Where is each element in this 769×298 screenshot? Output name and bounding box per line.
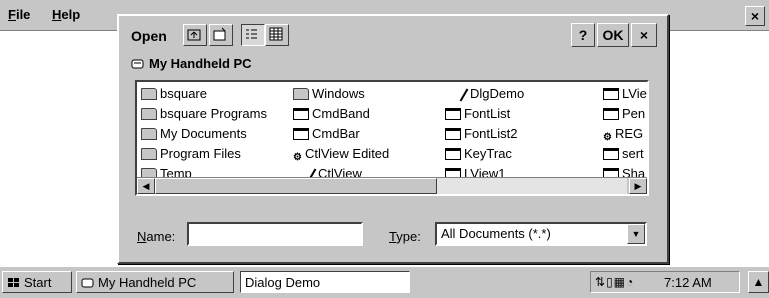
- app-icon: [445, 128, 461, 140]
- system-tray: ⇅▯▦◔ 7:12 AM: [590, 271, 740, 293]
- scroll-thumb[interactable]: [155, 178, 437, 194]
- file-item[interactable]: Program Files: [141, 146, 241, 162]
- open-dialog: Open ? OK × My Handheld PC bsquare bsqua…: [117, 14, 669, 264]
- folder-icon: [141, 128, 157, 140]
- document-icon: [457, 88, 467, 100]
- up-folder-icon: [187, 29, 201, 41]
- folder-icon: [141, 108, 157, 120]
- file-item[interactable]: My Documents: [141, 126, 247, 142]
- name-input[interactable]: [187, 222, 363, 246]
- calendar-icon[interactable]: ▦: [614, 275, 626, 289]
- scroll-left-arrow-icon[interactable]: ◀: [137, 178, 155, 194]
- app-icon: [445, 148, 461, 160]
- list-view-button[interactable]: [241, 24, 265, 46]
- new-folder-button[interactable]: [209, 24, 233, 46]
- new-folder-icon: [213, 27, 226, 41]
- taskbar: Start My Handheld PC Dialog Demo ⇅▯▦◔ 7:…: [0, 266, 769, 298]
- folder-icon: [293, 88, 309, 100]
- file-item[interactable]: CmdBar: [293, 126, 360, 142]
- close-icon: ×: [750, 8, 760, 24]
- file-item[interactable]: CmdBand: [293, 106, 370, 122]
- show-desktop-button[interactable]: ▲: [748, 271, 769, 293]
- file-item[interactable]: bsquare: [141, 86, 207, 102]
- app-icon: [603, 148, 619, 160]
- menu-file[interactable]: File: [8, 7, 30, 22]
- app-icon: [293, 128, 309, 140]
- dialog-close-button[interactable]: ×: [631, 23, 657, 47]
- app-icon: [603, 88, 619, 100]
- ok-button[interactable]: OK: [597, 23, 629, 47]
- app-icon: [603, 108, 619, 120]
- file-item[interactable]: DlgDemo: [457, 86, 524, 102]
- file-item[interactable]: bsquare Programs: [141, 106, 267, 122]
- task-my-handheld-pc[interactable]: My Handheld PC: [76, 271, 234, 293]
- up-one-level-button[interactable]: [183, 24, 207, 46]
- name-label: Name:: [137, 229, 176, 244]
- folder-icon: [141, 148, 157, 160]
- tray-icons: ⇅▯▦◔: [595, 275, 634, 289]
- help-icon: ?: [578, 27, 588, 43]
- file-item[interactable]: ⚙ CtlView Edited: [293, 146, 389, 163]
- list-view-icon: [246, 29, 257, 39]
- file-list[interactable]: bsquare bsquare Programs My Documents Pr…: [135, 80, 649, 196]
- clock[interactable]: 7:12 AM: [664, 275, 712, 290]
- help-button[interactable]: ?: [571, 23, 595, 47]
- type-select[interactable]: All Documents (*.*) ▼: [435, 222, 647, 246]
- horizontal-scrollbar[interactable]: ◀ ▶: [137, 177, 647, 194]
- scroll-track[interactable]: [437, 178, 627, 194]
- details-view-icon: [269, 27, 283, 41]
- menu-help[interactable]: Help: [52, 7, 80, 22]
- chevron-down-icon[interactable]: ▼: [627, 224, 645, 244]
- app-close-button[interactable]: ×: [745, 6, 765, 26]
- shortcut-icon: ⚙: [293, 152, 302, 163]
- task-dialog-demo[interactable]: Dialog Demo: [240, 271, 410, 293]
- file-item[interactable]: Pen: [603, 106, 645, 122]
- file-item[interactable]: ⚙ REG: [603, 126, 643, 143]
- location-label: My Handheld PC: [149, 56, 252, 71]
- location-bar: My Handheld PC: [131, 56, 252, 73]
- alarm-icon[interactable]: ◔: [626, 275, 634, 289]
- registry-icon: ⚙: [603, 132, 612, 143]
- dialog-title: Open: [131, 28, 167, 44]
- close-icon: ×: [639, 27, 649, 43]
- handheld-pc-icon: [131, 58, 145, 73]
- file-item[interactable]: KeyTrac: [445, 146, 512, 162]
- desktop-icon: ▲: [752, 275, 765, 289]
- details-view-button[interactable]: [265, 24, 289, 46]
- file-item[interactable]: FontList: [445, 106, 510, 122]
- file-item[interactable]: Windows: [293, 86, 365, 102]
- file-item[interactable]: sert: [603, 146, 644, 162]
- folder-icon: [141, 88, 157, 100]
- app-icon: [293, 108, 309, 120]
- type-select-value: All Documents (*.*): [441, 226, 551, 241]
- battery-icon[interactable]: ▯: [606, 275, 614, 289]
- scroll-right-arrow-icon[interactable]: ▶: [629, 178, 647, 194]
- type-label: Type:: [389, 229, 421, 244]
- handheld-pc-icon: [81, 274, 95, 296]
- file-item[interactable]: LVie: [603, 86, 647, 102]
- app-icon: [445, 108, 461, 120]
- start-button[interactable]: Start: [2, 271, 72, 293]
- network-icon[interactable]: ⇅: [595, 275, 606, 289]
- windows-logo-icon: [7, 274, 21, 296]
- file-item[interactable]: FontList2: [445, 126, 517, 142]
